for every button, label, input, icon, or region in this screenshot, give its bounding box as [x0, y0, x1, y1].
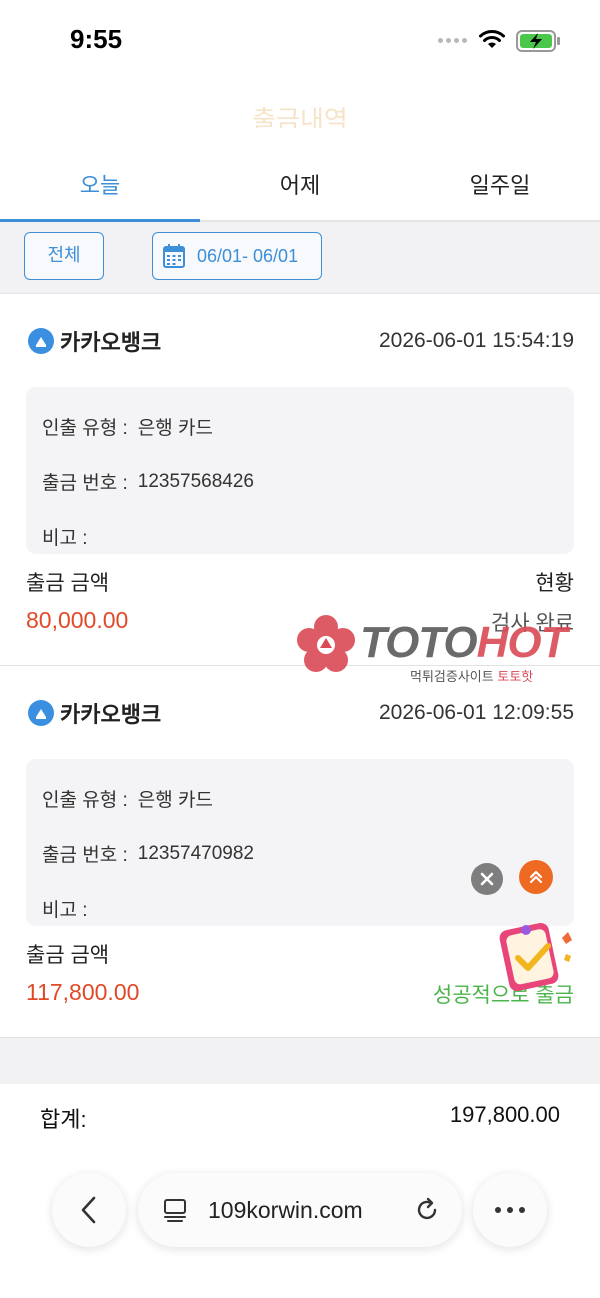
status-bar: 9:55 — [0, 0, 600, 80]
total-label: 합계: — [40, 1107, 87, 1132]
withdraw-number-label: 출금 번호 : — [42, 845, 128, 866]
withdraw-type-value: 은행 카드 — [137, 790, 213, 811]
withdraw-number-label: 출금 번호 : — [42, 473, 128, 494]
tab-today[interactable]: 오늘 — [0, 156, 200, 222]
bank-name: 카카오뱅크 — [60, 702, 162, 727]
watermark-logo: TOTOHOT 먹튀검증사이트 토토핫 — [296, 612, 596, 690]
filter-bar: 전체 06/01- 06/01 — [0, 222, 600, 294]
memo-label: 비고 : — [42, 900, 88, 921]
cellular-signal-icon — [438, 38, 467, 43]
tab-week[interactable]: 일주일 — [400, 156, 600, 220]
url-text: 109korwin.com — [208, 1196, 363, 1223]
record-details: 인출 유형 : 은행 카드 출금 번호 : 12357470982 비고 : — [26, 759, 574, 926]
more-dots-icon — [495, 1207, 525, 1213]
bank-info: 카카오뱅크 — [28, 697, 161, 729]
withdraw-type-row: 인출 유형 : 은행 카드 — [42, 399, 558, 454]
total-value: 197,800.00 — [449, 1102, 560, 1127]
status-label: 현황 — [535, 572, 574, 595]
chevron-left-icon — [81, 1196, 96, 1224]
calendar-icon — [163, 244, 185, 268]
watermark-brand: TOTOHOT — [360, 618, 568, 668]
date-range-text: 06/01- 06/01 — [197, 245, 299, 266]
memo-label: 비고 : — [42, 528, 88, 549]
withdraw-number-value: 12357470982 — [137, 842, 255, 864]
memo-row: 비고 : — [42, 509, 558, 564]
tabs-icon — [162, 1197, 188, 1223]
withdraw-number-row: 출금 번호 : 12357568426 — [42, 454, 558, 509]
more-button[interactable] — [473, 1173, 547, 1247]
watermark-sub-a: 먹튀검증사이트 — [410, 669, 494, 684]
close-float-button[interactable] — [471, 863, 503, 895]
tab-yesterday[interactable]: 어제 — [200, 156, 400, 220]
promo-checklist-icon[interactable] — [496, 916, 580, 996]
withdraw-type-row: 인출 유형 : 은행 카드 — [42, 771, 558, 826]
scroll-top-button[interactable] — [519, 860, 553, 894]
reload-icon[interactable] — [414, 1197, 440, 1223]
record-header: 카카오뱅크 2026-06-01 15:54:19 — [28, 323, 574, 359]
page-title: 출금내역 — [252, 105, 348, 128]
watermark-sub-b: 토토핫 — [497, 669, 534, 684]
watermark-subtitle: 먹튀검증사이트 토토핫 — [410, 666, 533, 685]
section-spacer — [0, 1038, 600, 1084]
amount-label: 출금 금액 — [26, 944, 110, 967]
amount-label: 출금 금액 — [26, 572, 110, 595]
bank-logo-icon — [28, 700, 54, 726]
withdraw-type-label: 인출 유형 : — [42, 790, 128, 811]
record-details: 인출 유형 : 은행 카드 출금 번호 : 12357568426 비고 : — [26, 387, 574, 554]
date-tabs: 오늘 어제 일주일 — [0, 156, 600, 222]
double-chevron-up-icon — [529, 870, 543, 884]
withdraw-type-label: 인출 유형 : — [42, 418, 128, 439]
record-datetime: 2026-06-01 15:54:19 — [379, 329, 574, 352]
bank-name: 카카오뱅크 — [60, 330, 162, 355]
back-button[interactable] — [52, 1173, 126, 1247]
close-icon — [480, 872, 494, 886]
total-row: 합계: 197,800.00 — [0, 1084, 600, 1144]
status-time: 9:55 — [70, 24, 123, 54]
bank-logo-icon — [28, 328, 54, 354]
date-range-button[interactable]: 06/01- 06/01 — [152, 232, 322, 280]
flower-logo-icon — [297, 615, 355, 672]
amount-value: 80,000.00 — [26, 607, 129, 633]
amount-value: 117,800.00 — [26, 979, 140, 1005]
bank-info: 카카오뱅크 — [28, 325, 161, 357]
record-datetime: 2026-06-01 12:09:55 — [379, 701, 574, 724]
record-header: 카카오뱅크 2026-06-01 12:09:55 — [28, 695, 574, 731]
withdraw-number-value: 12357568426 — [137, 470, 255, 492]
watermark-brand-b: HOT — [476, 618, 568, 667]
address-bar[interactable]: 109korwin.com — [138, 1173, 462, 1247]
browser-toolbar: 109korwin.com — [0, 1170, 600, 1250]
withdraw-type-value: 은행 카드 — [137, 418, 213, 439]
watermark-brand-a: TOTO — [360, 618, 478, 667]
battery-charging-icon — [516, 30, 562, 57]
wifi-icon — [478, 28, 506, 55]
filter-all-button[interactable]: 전체 — [24, 232, 104, 280]
withdrawal-record: 카카오뱅크 2026-06-01 15:54:19 인출 유형 : 은행 카드 … — [0, 295, 600, 666]
